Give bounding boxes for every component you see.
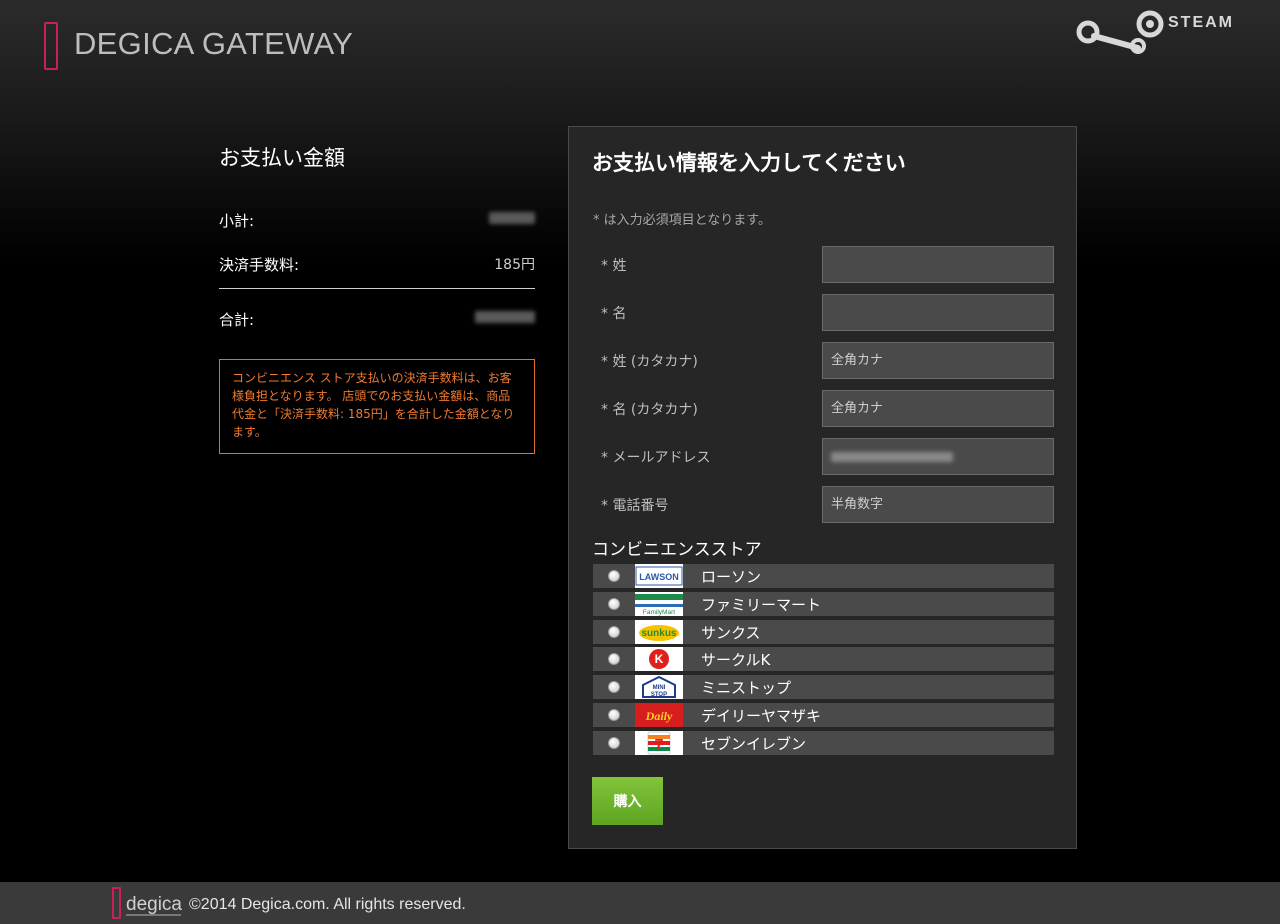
store-title: コンビニエンスストア — [592, 540, 762, 560]
steam-text: STEAM — [1168, 14, 1234, 31]
fee-row: 決済手数料: 185円 — [219, 242, 535, 286]
first-name-input[interactable] — [822, 294, 1054, 331]
store-name: サークルK — [701, 651, 771, 670]
first-name-label: * 名 — [601, 306, 627, 322]
ministop-logo-icon: MINI STOP — [635, 675, 683, 700]
store-radio[interactable] — [608, 625, 620, 638]
email-label: * メールアドレス — [601, 450, 711, 466]
brand-title: DEGICA GATEWAY — [74, 26, 354, 61]
familymart-logo-icon: FamilyMart — [635, 591, 683, 616]
subtotal-value — [489, 212, 535, 228]
fee-label: 決済手数料: — [219, 255, 300, 274]
site-header: DEGICA GATEWAY STEAM — [0, 0, 1280, 90]
store-option-lawson[interactable]: LAWSON ローソン — [593, 564, 1054, 588]
store-radio[interactable] — [608, 570, 620, 582]
fee-notice: コンビニエンス ストア支払いの決済手数料は、お客様負担となります。 店頭でのお支… — [219, 359, 535, 454]
footer-logo-tagline — [126, 914, 181, 916]
buy-button[interactable]: 購入 — [592, 777, 663, 825]
first-name-row: * 名 — [601, 294, 1054, 331]
summary-divider — [219, 288, 535, 289]
email-row: * メールアドレス — [601, 438, 1054, 475]
subtotal-row: 小計: — [219, 198, 535, 242]
circlek-logo-icon: K — [635, 647, 683, 672]
store-radio[interactable] — [608, 708, 620, 721]
summary-title: お支払い金額 — [219, 146, 345, 170]
degica-mark-icon — [112, 887, 121, 919]
last-name-row: * 姓 — [601, 246, 1054, 283]
store-option-ministop[interactable]: MINI STOP ミニストップ — [593, 675, 1054, 700]
first-name-kana-label: * 名 (カタカナ) — [601, 402, 698, 418]
footer-logo: degica — [126, 894, 182, 915]
form-title: お支払い情報を入力してください — [592, 151, 906, 175]
phone-row: * 電話番号 — [601, 486, 1054, 523]
steam-gear-icon — [1076, 10, 1164, 54]
store-option-sunkus[interactable]: sunkus サンクス — [593, 619, 1054, 644]
redacted-value — [489, 212, 535, 224]
last-name-label: * 姓 — [601, 258, 627, 274]
svg-text:LAWSON: LAWSON — [639, 572, 679, 582]
sunkus-logo-icon: sunkus — [635, 619, 683, 644]
phone-label: * 電話番号 — [601, 498, 669, 514]
store-name: ローソン — [701, 568, 762, 586]
store-radio[interactable] — [608, 653, 620, 666]
required-note: * は入力必須項目となります。 — [593, 213, 771, 228]
store-option-daily-yamazaki[interactable]: Daily デイリーヤマザキ — [593, 702, 1054, 727]
last-name-kana-row: * 姓 (カタカナ) — [601, 342, 1054, 379]
payment-summary: お支払い金額 小計: 決済手数料: 185円 合計: コンビニエンス ストア支払… — [219, 142, 535, 454]
last-name-input[interactable] — [822, 246, 1054, 283]
first-name-kana-input[interactable] — [822, 390, 1054, 427]
daily-yamazaki-logo-icon: Daily — [635, 702, 683, 727]
phone-input[interactable] — [822, 486, 1054, 523]
svg-text:K: K — [655, 652, 664, 666]
subtotal-label: 小計: — [219, 211, 255, 230]
store-radio[interactable] — [608, 681, 620, 694]
store-radio[interactable] — [608, 597, 620, 610]
store-option-seven-eleven[interactable]: 7 セブンイレブン — [593, 730, 1054, 755]
svg-text:STOP: STOP — [651, 692, 667, 698]
store-name: ミニストップ — [701, 679, 792, 698]
copyright: ©2014 Degica.com. All rights reserved. — [189, 896, 466, 913]
store-name: セブンイレブン — [701, 734, 807, 753]
fee-value: 185円 — [494, 257, 535, 273]
store-name: サンクス — [701, 623, 761, 642]
last-name-kana-input[interactable] — [822, 342, 1054, 379]
svg-text:FamilyMart: FamilyMart — [643, 609, 675, 616]
redacted-value — [475, 311, 535, 323]
svg-text:7: 7 — [655, 737, 664, 754]
site-footer: degica ©2014 Degica.com. All rights rese… — [0, 882, 1280, 924]
lawson-logo-icon: LAWSON — [635, 564, 683, 588]
last-name-kana-label: * 姓 (カタカナ) — [601, 354, 698, 370]
svg-text:MINI: MINI — [653, 685, 666, 691]
store-option-familymart[interactable]: FamilyMart ファミリーマート — [593, 591, 1054, 616]
email-input[interactable] — [822, 438, 1054, 475]
steam-logo: STEAM — [1074, 8, 1249, 56]
store-name: ファミリーマート — [701, 595, 822, 614]
seven-eleven-logo-icon: 7 — [635, 730, 683, 755]
store-option-circlek[interactable]: K サークルK — [593, 647, 1054, 672]
total-value — [475, 311, 535, 327]
first-name-kana-row: * 名 (カタカナ) — [601, 390, 1054, 427]
svg-text:Daily: Daily — [645, 709, 673, 723]
total-label: 合計: — [219, 310, 255, 329]
store-list: LAWSON ローソン FamilyMart ファミリーマート sunkus サ… — [593, 564, 1054, 759]
redacted-email — [831, 452, 953, 462]
payment-form-panel: お支払い情報を入力してください * は入力必須項目となります。 * 姓 * 名 … — [568, 126, 1077, 849]
store-name: デイリーヤマザキ — [701, 706, 822, 725]
degica-mark-icon — [44, 22, 58, 70]
svg-text:sunkus: sunkus — [641, 628, 676, 639]
store-radio[interactable] — [608, 736, 620, 749]
total-row: 合計: — [219, 297, 535, 341]
